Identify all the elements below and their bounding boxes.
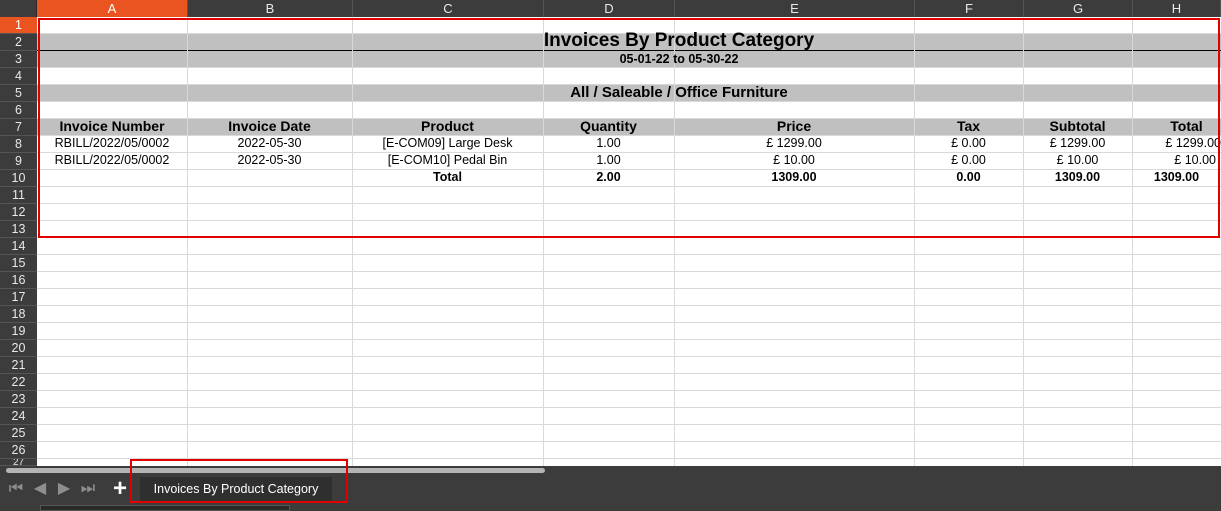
header-subtotal: Subtotal — [1049, 118, 1106, 134]
cell-price[interactable]: £ 10.00 — [674, 152, 914, 169]
row-header[interactable]: 23 — [0, 391, 37, 408]
row-header[interactable]: 11 — [0, 187, 37, 204]
header-quantity: Quantity — [580, 118, 637, 134]
header-total: Total — [1170, 118, 1203, 134]
row-header[interactable]: 16 — [0, 272, 37, 289]
header-price: Price — [776, 118, 812, 134]
totals-price[interactable]: 1309.00 — [674, 169, 914, 186]
header-tax: Tax — [956, 118, 981, 134]
report-date-range: 05-01-22 to 05-30-22 — [619, 52, 739, 66]
row-header[interactable]: 13 — [0, 221, 37, 238]
row-header[interactable]: 24 — [0, 408, 37, 425]
row-header[interactable]: 25 — [0, 425, 37, 442]
column-header-h[interactable]: H — [1133, 0, 1221, 17]
column-header-b[interactable]: B — [188, 0, 353, 17]
horizontal-scrollbar-thumb[interactable] — [6, 468, 545, 473]
row-header[interactable]: 19 — [0, 323, 37, 340]
column-header-d[interactable]: D — [544, 0, 675, 17]
cell-total[interactable]: £ 1299.00 — [1132, 135, 1221, 152]
cell-total[interactable]: £ 10.00 — [1132, 152, 1216, 169]
row-header[interactable]: 18 — [0, 306, 37, 323]
cell-quantity[interactable]: 1.00 — [543, 152, 674, 169]
cell-product[interactable]: [E-COM10] Pedal Bin — [352, 152, 543, 169]
column-header-f[interactable]: F — [915, 0, 1024, 17]
row-header[interactable]: 12 — [0, 204, 37, 221]
horizontal-scrollbar[interactable] — [0, 466, 1221, 475]
cell-subtotal[interactable]: £ 1299.00 — [1023, 135, 1132, 152]
row-header[interactable]: 9 — [0, 153, 37, 170]
row-header[interactable]: 3 — [0, 51, 37, 68]
row-header[interactable]: 22 — [0, 374, 37, 391]
sheet-tab-invoices-by-product-category[interactable]: Invoices By Product Category — [140, 477, 332, 502]
sheet-tab-bar: ⏮ ◀ ▶ ⏭ + Invoices By Product Category — [0, 466, 1221, 511]
report-title: Invoices By Product Category — [543, 30, 815, 51]
row-header[interactable]: 21 — [0, 357, 37, 374]
last-sheet-icon[interactable]: ⏭ — [80, 480, 96, 498]
cell-invoice-number[interactable]: RBILL/2022/05/0002 — [37, 152, 187, 169]
cell-price[interactable]: £ 1299.00 — [674, 135, 914, 152]
row-header[interactable]: 5 — [0, 85, 37, 102]
cell-invoice-date[interactable]: 2022-05-30 — [187, 135, 352, 152]
add-sheet-icon[interactable]: + — [110, 477, 130, 501]
row-header[interactable]: 15 — [0, 255, 37, 272]
report-category: All / Saleable / Office Furniture — [570, 84, 788, 101]
column-header-bar: A B C D E F G H — [0, 0, 1221, 17]
totals-subtotal[interactable]: 1309.00 — [1023, 169, 1132, 186]
cell-grid[interactable]: Invoices By Product Category 05-01-22 to… — [37, 17, 1221, 466]
totals-quantity[interactable]: 2.00 — [543, 169, 674, 186]
totals-tax[interactable]: 0.00 — [914, 169, 1023, 186]
row-header[interactable]: 10 — [0, 170, 37, 187]
totals-total[interactable]: 1309.00 — [1132, 169, 1221, 186]
row-header[interactable]: 17 — [0, 289, 37, 306]
next-sheet-icon[interactable]: ▶ — [56, 480, 72, 498]
row-header[interactable]: 6 — [0, 102, 37, 119]
column-header-g[interactable]: G — [1024, 0, 1133, 17]
row-header[interactable]: 7 — [0, 119, 37, 136]
row-header[interactable]: 20 — [0, 340, 37, 357]
totals-label[interactable]: Total — [352, 169, 543, 186]
cell-tax[interactable]: £ 0.00 — [914, 152, 1023, 169]
row-header[interactable]: 4 — [0, 68, 37, 85]
column-header-e[interactable]: E — [675, 0, 915, 17]
column-header-a[interactable]: A — [37, 0, 188, 17]
column-header-c[interactable]: C — [353, 0, 544, 17]
select-all-corner[interactable] — [0, 0, 37, 17]
row-header[interactable]: 1 — [0, 17, 37, 34]
header-invoice-date: Invoice Date — [228, 118, 311, 134]
first-sheet-icon[interactable]: ⏮ — [8, 480, 24, 498]
previous-sheet-icon[interactable]: ◀ — [32, 480, 48, 498]
row-header[interactable]: 26 — [0, 442, 37, 459]
header-product: Product — [421, 118, 474, 134]
cell-product[interactable]: [E-COM09] Large Desk — [352, 135, 543, 152]
row-header[interactable]: 2 — [0, 34, 37, 51]
row-header[interactable]: 14 — [0, 238, 37, 255]
cell-invoice-date[interactable]: 2022-05-30 — [187, 152, 352, 169]
status-strip — [40, 505, 290, 511]
header-invoice-number: Invoice Number — [59, 118, 165, 134]
row-header[interactable]: 8 — [0, 136, 37, 153]
cell-subtotal[interactable]: £ 10.00 — [1023, 152, 1132, 169]
cell-invoice-number[interactable]: RBILL/2022/05/0002 — [37, 135, 187, 152]
row-header[interactable]: 27 — [0, 459, 37, 466]
cell-tax[interactable]: £ 0.00 — [914, 135, 1023, 152]
cell-quantity[interactable]: 1.00 — [543, 135, 674, 152]
